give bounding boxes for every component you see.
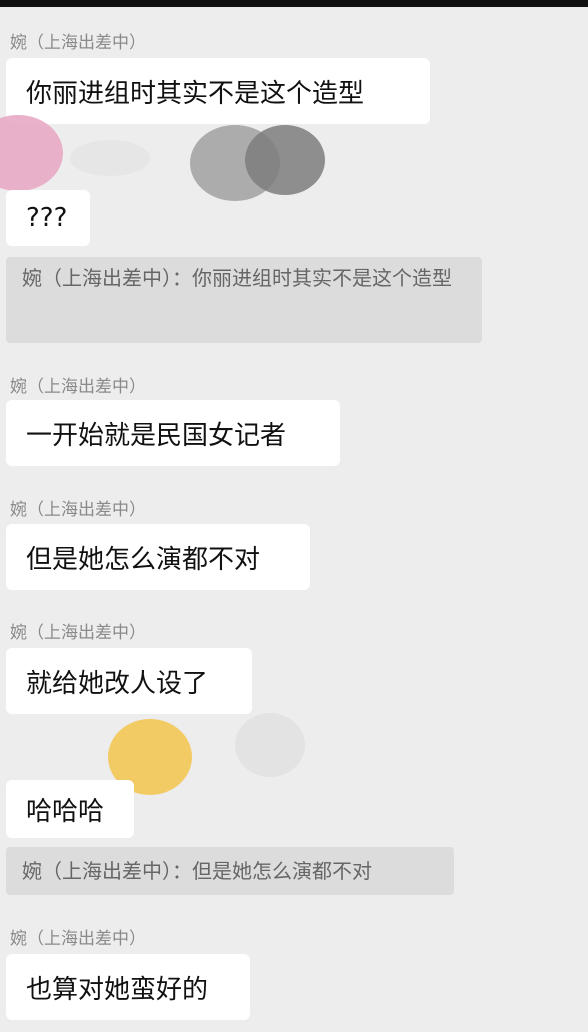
message-bubble[interactable]: ???: [6, 190, 90, 246]
message-text: 就给她改人设了: [26, 668, 209, 699]
message-text: ???: [26, 203, 68, 233]
quoted-reply[interactable]: 婉（上海出差中）：但是她怎么演都不对: [6, 847, 454, 895]
message-text: 但是她怎么演都不对: [26, 544, 261, 575]
sender-name: 婉（上海出差中）: [10, 33, 146, 53]
message-text: 一开始就是民国女记者: [26, 420, 287, 451]
message-text: 哈哈哈: [26, 796, 105, 827]
message-text: 也算对她蛮好的: [26, 974, 209, 1005]
sender-name: 婉（上海出差中）: [10, 500, 146, 520]
message-bubble[interactable]: 一开始就是民国女记者: [6, 400, 340, 466]
message-bubble[interactable]: 但是她怎么演都不对: [6, 524, 310, 590]
sender-name: 婉（上海出差中）: [10, 929, 146, 949]
message-bubble[interactable]: 也算对她蛮好的: [6, 954, 250, 1020]
message-text: 你丽进组时其实不是这个造型: [26, 78, 365, 109]
quoted-reply[interactable]: 婉（上海出差中）：你丽进组时其实不是这个造型: [6, 257, 482, 343]
sender-name: 婉（上海出差中）: [10, 377, 146, 397]
message-bubble[interactable]: 哈哈哈: [6, 780, 134, 838]
status-bar: [0, 0, 588, 7]
sender-name: 婉（上海出差中）: [10, 623, 146, 643]
